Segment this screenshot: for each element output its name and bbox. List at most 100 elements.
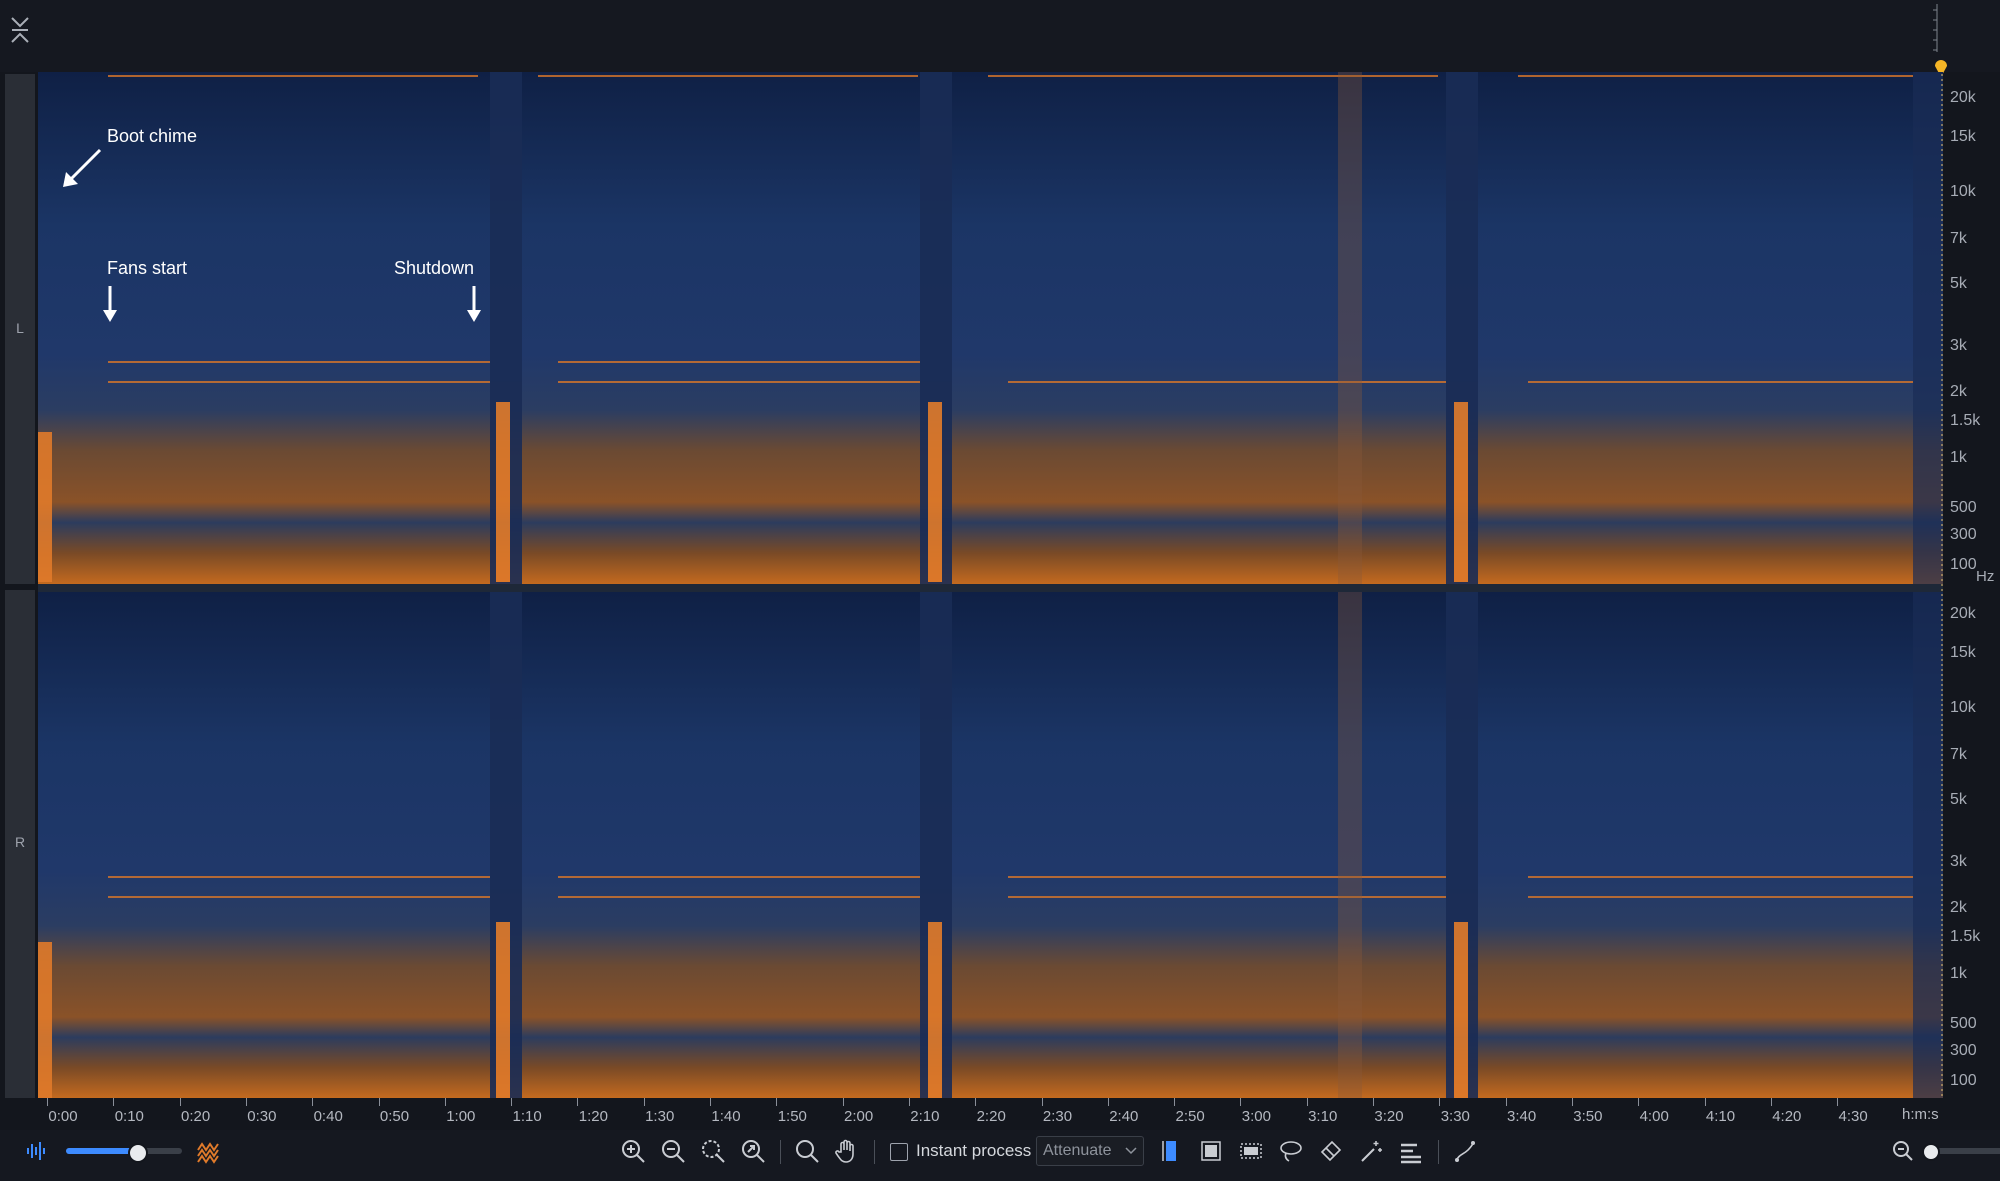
time-tick (643, 1098, 645, 1106)
chevron-down-icon (1125, 1147, 1137, 1155)
time-tick (842, 1098, 844, 1106)
time-label: 4:30 (1838, 1108, 1868, 1125)
time-tick (975, 1098, 977, 1106)
time-label: 3:00 (1241, 1108, 1271, 1125)
magic-wand-icon (1361, 1141, 1382, 1162)
time-label: 0:40 (313, 1108, 343, 1125)
zoom-out-icon (662, 1140, 685, 1163)
channel-right-tab[interactable]: R (5, 590, 35, 1098)
time-tick (1770, 1098, 1772, 1106)
brush-icon (1320, 1140, 1342, 1162)
time-tick (710, 1098, 711, 1106)
freq-label: 500 (1950, 499, 1977, 516)
spectrogram-left[interactable] (38, 72, 1943, 584)
freq-scale-right: 20k 15k 10k 7k 5k 3k 2k 1.5k 1k 500 300 100 (1946, 590, 2000, 1098)
time-ruler[interactable]: 0:00 0:10 0:20 0:30 0:40 0:50 1:00 1:10 1:20 1:30… (38, 1098, 1943, 1128)
channel-right-label: R (14, 834, 26, 850)
zoom-slider-knob[interactable] (1922, 1143, 1940, 1161)
time-label: 2:20 (976, 1108, 1006, 1125)
view-blend-slider-fill (66, 1148, 136, 1154)
channel-left-tab[interactable]: L (5, 74, 35, 584)
time-tick (47, 1098, 48, 1106)
zoom-selection-button[interactable] (698, 1136, 728, 1166)
zoom-fit-button[interactable] (738, 1136, 768, 1166)
annotation-fans-start: Fans start (107, 258, 188, 278)
lasso-button[interactable] (1276, 1136, 1306, 1166)
harmonic-select-button[interactable] (1396, 1136, 1426, 1166)
time-label: 3:30 (1440, 1108, 1470, 1125)
arrow-down-icon (467, 286, 481, 322)
freq-label: 500 (1950, 1015, 1977, 1032)
toolbar-divider (780, 1140, 781, 1164)
waveform-view-icon (27, 1142, 45, 1160)
freq-label: 20k (1950, 89, 1976, 106)
time-select-button[interactable] (1156, 1136, 1186, 1166)
spectrogram-view-icon (197, 1142, 219, 1164)
time-tick (1638, 1098, 1640, 1106)
time-unit-label: h:m:s (1902, 1106, 1939, 1123)
time-tick (312, 1098, 314, 1106)
zoom-in-button[interactable] (618, 1136, 648, 1166)
pencil-curve-button[interactable] (1450, 1136, 1480, 1166)
time-tick (1704, 1098, 1706, 1106)
freq-select-button[interactable] (1236, 1136, 1266, 1166)
spectrogram-right-features (38, 592, 1943, 1098)
spectrogram-right[interactable] (38, 592, 1943, 1098)
time-label: 3:10 (1308, 1108, 1338, 1125)
hand-button[interactable] (832, 1136, 862, 1166)
time-label: 1:10 (512, 1108, 542, 1125)
time-tick (1041, 1098, 1043, 1106)
time-freq-select-icon (1201, 1141, 1221, 1161)
time-tick (113, 1098, 115, 1106)
time-label: 3:20 (1374, 1108, 1404, 1125)
mode-dropdown[interactable]: Attenuate (1036, 1136, 1144, 1166)
brush-button[interactable] (1316, 1136, 1346, 1166)
time-tick (179, 1098, 181, 1106)
waveform-view-button[interactable] (22, 1136, 52, 1166)
time-tick (577, 1098, 579, 1106)
instant-process-checkbox[interactable] (890, 1143, 908, 1161)
time-tick (511, 1098, 513, 1106)
time-tick (1107, 1098, 1109, 1106)
freq-label: 10k (1950, 699, 1976, 716)
freq-label: 100 (1950, 556, 1977, 573)
view-blend-slider[interactable] (66, 1143, 182, 1163)
zoom-in-icon (622, 1140, 645, 1163)
hand-icon (835, 1139, 854, 1163)
magnify-button[interactable] (792, 1136, 822, 1166)
freq-label: 100 (1950, 1072, 1977, 1089)
time-tick (378, 1098, 380, 1106)
harmonic-select-icon (1401, 1143, 1421, 1164)
freq-label: 7k (1950, 746, 1967, 763)
zoom-out-small-button[interactable] (1888, 1136, 1918, 1166)
magic-wand-button[interactable] (1356, 1136, 1386, 1166)
time-tick (1373, 1098, 1374, 1106)
arrow-down-icon (103, 286, 117, 322)
time-tick (444, 1098, 446, 1106)
time-label: 1:40 (711, 1108, 741, 1125)
time-label: 0:00 (48, 1108, 78, 1125)
annotation-shutdown: Shutdown (394, 258, 475, 278)
zoom-selection-icon (702, 1140, 725, 1163)
freq-label: 10k (1950, 183, 1976, 200)
spectrogram-view-button[interactable] (194, 1136, 224, 1166)
time-label: 3:40 (1506, 1108, 1537, 1125)
time-tick (245, 1098, 247, 1106)
time-label: 2:00 (843, 1108, 874, 1125)
freq-label: 2k (1950, 899, 1967, 916)
time-freq-select-button[interactable] (1196, 1136, 1226, 1166)
freq-label: 1.5k (1950, 928, 1981, 945)
collapse-icon[interactable] (8, 12, 32, 48)
view-blend-slider-knob[interactable] (127, 1143, 148, 1163)
freq-label: 3k (1950, 337, 1967, 354)
zoom-out-button[interactable] (658, 1136, 688, 1166)
zoom-slider[interactable] (1922, 1143, 2000, 1161)
time-tick (1439, 1098, 1441, 1106)
freq-label: 1.5k (1950, 412, 1981, 429)
freq-select-icon (1240, 1143, 1262, 1159)
time-tick (908, 1098, 910, 1106)
mode-dropdown-value: Attenuate (1043, 1142, 1112, 1159)
spectrogram-left-features (38, 72, 1943, 584)
time-label: 2:30 (1042, 1108, 1073, 1125)
freq-label: 20k (1950, 605, 1976, 622)
